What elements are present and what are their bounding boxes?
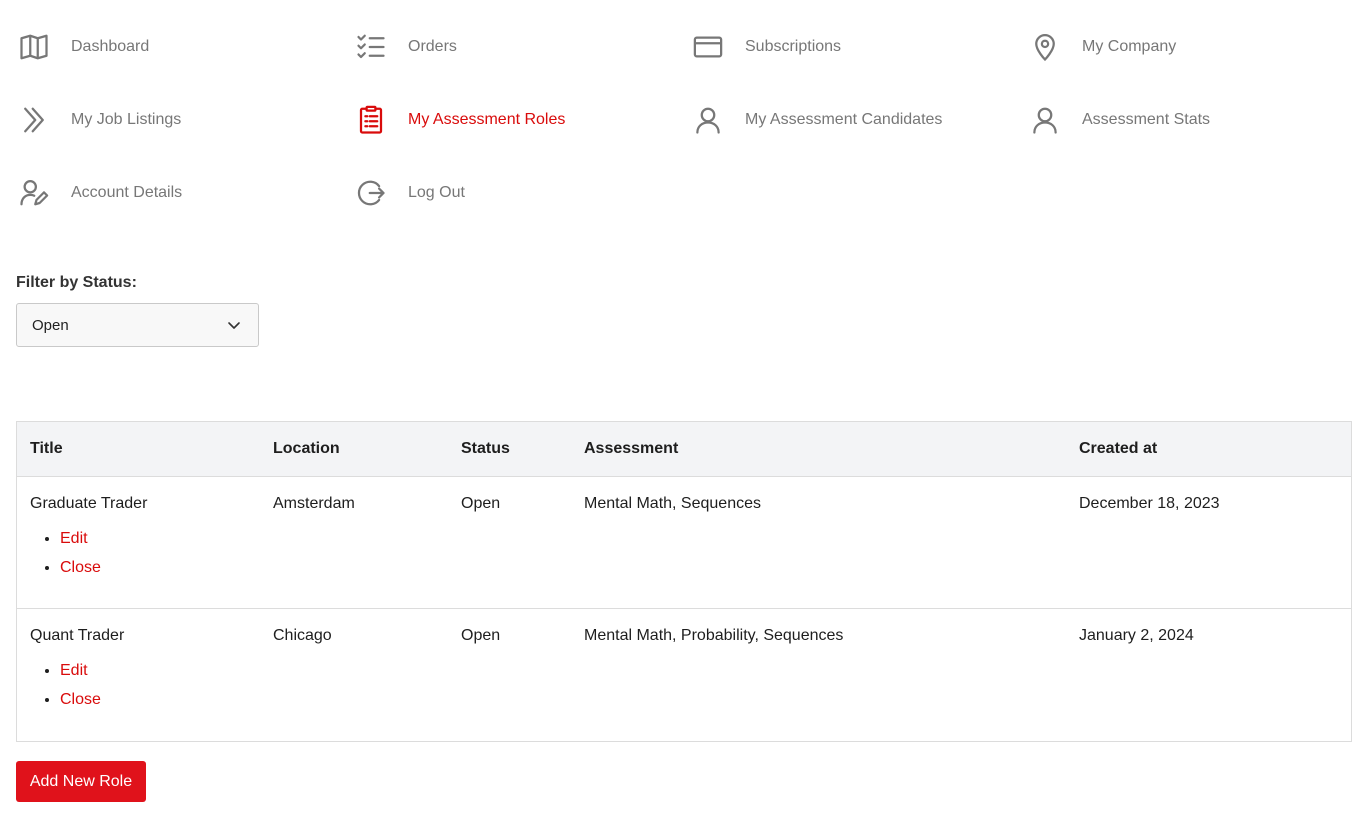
edit-link[interactable]: Edit xyxy=(60,662,88,679)
list-item: Close xyxy=(60,553,101,582)
assessment-roles-table: Title Location Status Assessment Created… xyxy=(16,421,1352,742)
column-header-assessment: Assessment xyxy=(584,440,679,457)
nav-item-my-assessment-roles[interactable]: My Assessment Roles xyxy=(337,100,565,140)
nav-item-my-assessment-candidates[interactable]: My Assessment Candidates xyxy=(674,100,942,140)
role-title: Quant Trader xyxy=(30,627,125,644)
column-header-location: Location xyxy=(273,440,340,457)
clipboard-list-icon xyxy=(355,104,387,136)
column-header-created-at: Created at xyxy=(1079,440,1158,457)
nav-item-my-company[interactable]: My Company xyxy=(1011,27,1176,67)
map-icon xyxy=(18,31,50,63)
table-header: Title Location Status Assessment Created… xyxy=(17,422,1351,477)
nav-item-subscriptions[interactable]: Subscriptions xyxy=(674,27,841,67)
role-assessment: Mental Math, Probability, Sequences xyxy=(584,627,844,644)
chevron-down-icon xyxy=(227,318,241,332)
nav-item-dashboard[interactable]: Dashboard xyxy=(0,27,149,67)
double-chevron-right-icon xyxy=(18,104,50,136)
role-title: Graduate Trader xyxy=(30,495,148,512)
user-icon xyxy=(1029,104,1061,136)
column-header-status: Status xyxy=(461,440,510,457)
nav-item-assessment-stats[interactable]: Assessment Stats xyxy=(1011,100,1210,140)
role-status: Open xyxy=(461,495,501,512)
nav-item-orders[interactable]: Orders xyxy=(337,27,457,67)
column-header-title: Title xyxy=(30,440,63,457)
table-row: Graduate Trader Edit Close Amsterdam Ope… xyxy=(17,477,1351,609)
role-status: Open xyxy=(461,627,501,644)
role-actions: Edit Close xyxy=(40,656,101,714)
status-filter-selected-value: Open xyxy=(32,316,69,334)
table-row: Quant Trader Edit Close Chicago Open Men… xyxy=(17,609,1351,741)
user-icon xyxy=(692,104,724,136)
credit-card-icon xyxy=(692,31,724,63)
add-new-role-button[interactable]: Add New Role xyxy=(16,761,146,802)
map-pin-icon xyxy=(1029,31,1061,63)
role-location: Amsterdam xyxy=(273,495,355,512)
filter-status-label: Filter by Status: xyxy=(16,274,137,291)
user-edit-icon xyxy=(18,177,50,209)
nav-item-log-out[interactable]: Log Out xyxy=(337,173,465,213)
role-assessment: Mental Math, Sequences xyxy=(584,495,761,512)
status-filter-select[interactable]: Open xyxy=(16,303,259,347)
role-created-at: December 18, 2023 xyxy=(1079,495,1220,512)
role-location: Chicago xyxy=(273,627,332,644)
nav-item-my-job-listings[interactable]: My Job Listings xyxy=(0,100,181,140)
list-item: Close xyxy=(60,685,101,714)
role-actions: Edit Close xyxy=(40,524,101,582)
nav-item-account-details[interactable]: Account Details xyxy=(0,173,182,213)
list-item: Edit xyxy=(60,524,101,553)
close-link[interactable]: Close xyxy=(60,691,101,708)
logout-icon xyxy=(355,177,387,209)
role-created-at: January 2, 2024 xyxy=(1079,627,1194,644)
close-link[interactable]: Close xyxy=(60,559,101,576)
list-item: Edit xyxy=(60,656,101,685)
edit-link[interactable]: Edit xyxy=(60,530,88,547)
checklist-icon xyxy=(355,31,387,63)
